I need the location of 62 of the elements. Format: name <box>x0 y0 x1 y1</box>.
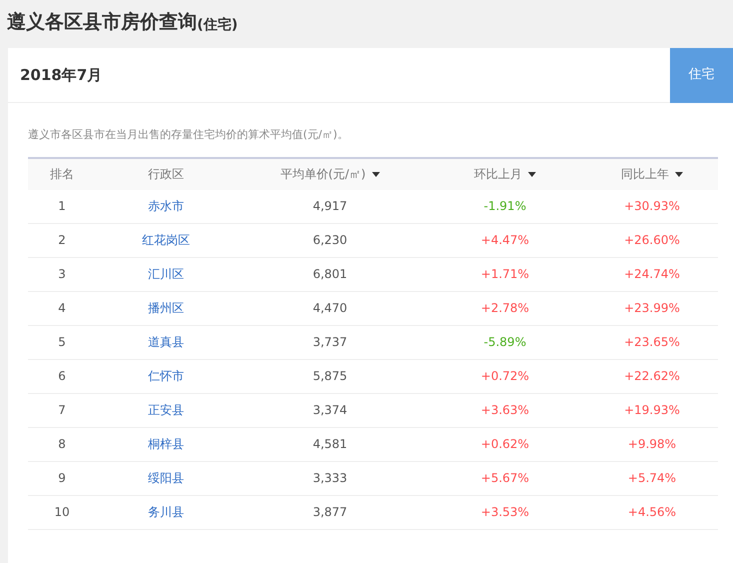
rank-cell-text: 7 <box>57 402 67 419</box>
rank-cell-text: 1 <box>57 198 67 215</box>
column-header[interactable]: 平均单价(元/㎡) <box>280 165 380 183</box>
rank-cell-text: 8 <box>57 436 67 453</box>
year-change-cell-text: +23.99% <box>623 300 681 317</box>
rank-cell-text: 5 <box>57 334 67 351</box>
price-cell-text: 5,875 <box>312 368 348 385</box>
year-change-cell-text: +9.98% <box>626 436 678 453</box>
price-cell-text: 3,877 <box>312 504 348 521</box>
month-change-cell-text: +0.72% <box>480 368 530 385</box>
month-change-cell-text: +1.71% <box>480 266 530 283</box>
page-title: 遵义各区县市房价查询(住宅) <box>6 10 239 35</box>
month-change-cell-text: -5.89% <box>482 334 528 351</box>
month-change-cell-text: +3.53% <box>480 504 530 521</box>
price-cell-text: 6,230 <box>312 232 348 249</box>
district-link[interactable]: 道真县 <box>148 333 184 351</box>
district-link[interactable]: 正安县 <box>148 401 184 419</box>
rank-cell-text: 9 <box>57 470 67 487</box>
month-change-cell-text: +2.78% <box>480 300 530 317</box>
description-text: 遵义市各区县市在当月出售的存量住宅均价的算术平均值(元/㎡)。 <box>28 127 350 143</box>
price-cell-text: 3,737 <box>312 334 348 351</box>
year-change-cell-text: +24.74% <box>623 266 681 283</box>
year-change-cell-text: +23.65% <box>623 334 681 351</box>
month-change-cell-text: +3.63% <box>480 402 530 419</box>
column-header[interactable]: 环比上月 <box>474 165 536 183</box>
year-change-cell-text: +26.60% <box>623 232 681 249</box>
year-change-cell-text: +5.74% <box>626 470 678 487</box>
column-header[interactable]: 同比上年 <box>621 165 683 183</box>
price-cell-text: 4,581 <box>312 436 348 453</box>
district-link[interactable]: 红花岗区 <box>142 231 190 249</box>
month-change-cell-text: +4.47% <box>480 232 530 249</box>
rank-cell-text: 3 <box>57 266 67 283</box>
district-link[interactable]: 仁怀市 <box>148 367 184 385</box>
price-cell-text: 4,917 <box>312 198 348 215</box>
price-cell-text: 3,333 <box>312 470 348 487</box>
month-change-cell-text: +5.67% <box>480 470 530 487</box>
price-cell-text: 6,801 <box>312 266 348 283</box>
sort-caret-icon <box>675 172 683 176</box>
district-link[interactable]: 播州区 <box>148 299 184 317</box>
district-link[interactable]: 务川县 <box>148 503 184 521</box>
rank-cell-text: 4 <box>57 300 67 317</box>
month-change-cell-text: -1.91% <box>482 198 528 215</box>
rank-cell-text: 10 <box>53 504 71 521</box>
year-change-cell-text: +30.93% <box>623 198 681 215</box>
rank-cell-text: 2 <box>57 232 67 249</box>
period-title: 2018年7月 <box>20 64 104 86</box>
column-header: 行政区 <box>148 166 184 183</box>
price-cell-text: 4,470 <box>312 300 348 317</box>
rank-cell-text: 6 <box>57 368 67 385</box>
district-link[interactable]: 赤水市 <box>148 197 184 215</box>
month-change-cell-text: +0.62% <box>480 436 530 453</box>
year-change-cell-text: +4.56% <box>626 504 678 521</box>
type-button[interactable]: 住宅 <box>670 48 733 102</box>
district-link[interactable]: 绥阳县 <box>148 469 184 487</box>
year-change-cell-text: +22.62% <box>623 368 681 385</box>
district-link[interactable]: 汇川区 <box>148 265 184 283</box>
column-header: 排名 <box>50 166 74 183</box>
district-link[interactable]: 桐梓县 <box>148 435 184 453</box>
price-cell-text: 3,374 <box>312 402 348 419</box>
sort-caret-icon <box>528 172 536 176</box>
year-change-cell-text: +19.93% <box>623 402 681 419</box>
sort-caret-icon <box>372 172 380 176</box>
